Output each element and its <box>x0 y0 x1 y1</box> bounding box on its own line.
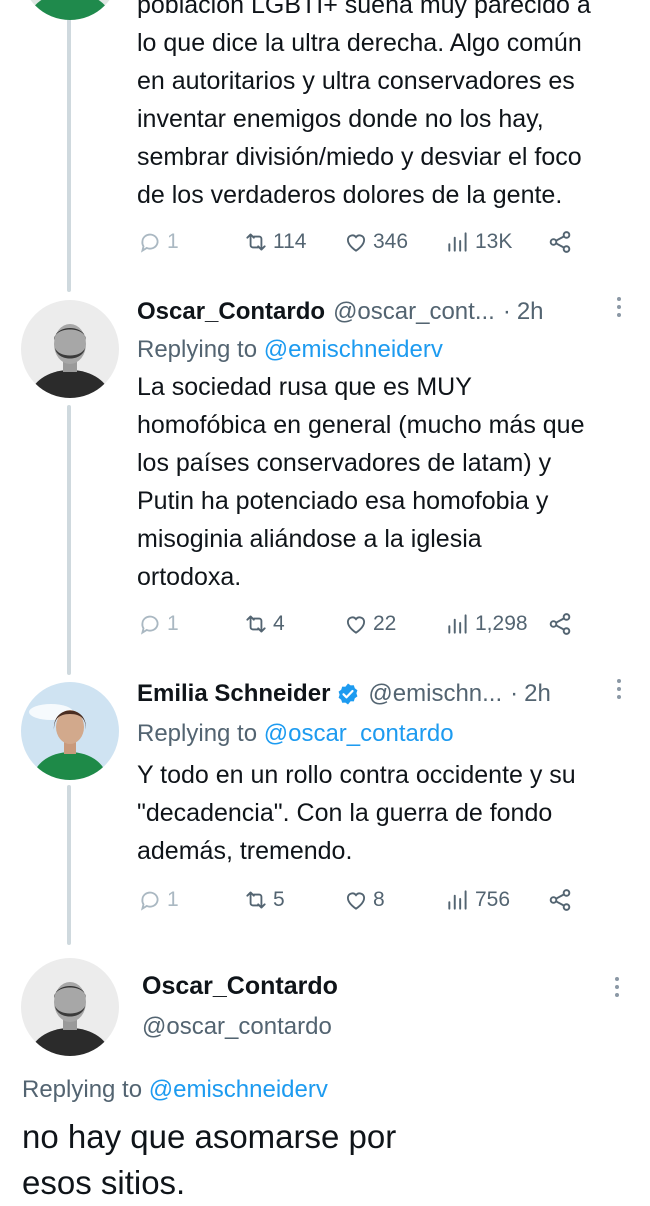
timestamp[interactable]: 2h <box>517 298 544 326</box>
separator-dot: · <box>510 680 519 707</box>
replying-label: Replying to <box>137 336 264 363</box>
avatar[interactable] <box>21 958 119 1056</box>
retweet-count: 114 <box>273 230 307 253</box>
like-button[interactable]: 346 <box>343 225 408 259</box>
heart-icon <box>346 616 366 634</box>
reply-icon <box>140 615 159 635</box>
share-icon <box>549 613 571 635</box>
reply-icon <box>140 891 159 911</box>
tweet-actions: 1 114 346 13K <box>137 225 637 259</box>
heart-icon <box>346 892 366 910</box>
retweet-button[interactable]: 5 <box>243 883 285 917</box>
tweet-text: población LGBTI+ suena muy parecido a lo… <box>137 0 591 209</box>
reply-icon <box>140 233 159 253</box>
share-icon <box>549 889 571 911</box>
replying-label: Replying to <box>22 1076 149 1103</box>
like-count: 22 <box>373 612 397 635</box>
more-options-icon[interactable] <box>614 297 624 317</box>
display-name[interactable]: Emilia Schneider <box>137 680 330 708</box>
tweet-text: Y todo en un rollo contra occidente y su… <box>137 761 576 865</box>
tweet-header: Oscar_Contardo @oscar_cont... · 2h <box>137 295 637 329</box>
share-button[interactable] <box>547 883 577 917</box>
share-button[interactable] <box>547 607 577 641</box>
more-options-icon[interactable] <box>614 679 624 699</box>
share-icon <box>549 231 571 253</box>
views-button[interactable]: 756 <box>445 883 510 917</box>
retweet-button[interactable]: 4 <box>243 607 285 641</box>
replying-to: Replying to @emischneiderv <box>137 336 443 364</box>
reply-count: 1 <box>167 612 179 635</box>
like-count: 346 <box>373 230 409 253</box>
avatar[interactable] <box>21 0 119 20</box>
thread-line-2 <box>67 405 71 675</box>
user-handle[interactable]: @emischn... <box>368 680 502 708</box>
tweet-text: La sociedad rusa que es MUY homofóbica e… <box>137 373 585 591</box>
retweet-icon <box>246 891 266 909</box>
like-button[interactable]: 8 <box>343 883 385 917</box>
views-chart-icon <box>448 614 467 634</box>
timestamp[interactable]: 2h <box>524 680 551 708</box>
display-name[interactable]: Oscar_Contardo <box>137 298 325 326</box>
tweet-actions: 1 4 22 1,298 <box>137 607 637 641</box>
separator-dot: · <box>502 298 511 325</box>
retweet-icon <box>246 615 266 633</box>
view-count: 1,298 <box>475 612 528 635</box>
reply-button[interactable]: 1 <box>137 225 179 259</box>
mention-link[interactable]: @emischneiderv <box>149 1076 328 1103</box>
retweet-icon <box>246 233 266 251</box>
replying-label: Replying to <box>137 720 264 747</box>
avatar[interactable] <box>21 682 119 780</box>
views-button[interactable]: 13K <box>445 225 512 259</box>
retweet-count: 5 <box>273 888 285 911</box>
focused-user-handle[interactable]: @oscar_contardo <box>142 1013 332 1041</box>
heart-icon <box>346 234 366 252</box>
more-options-icon[interactable] <box>612 977 622 997</box>
replying-to: Replying to @oscar_contardo <box>137 720 454 748</box>
avatar[interactable] <box>21 300 119 398</box>
views-chart-icon <box>448 232 467 252</box>
mention-link[interactable]: @oscar_contardo <box>264 720 454 747</box>
focused-tweet-text: no hay que asomarse por esos sitios. <box>22 1118 397 1201</box>
user-handle[interactable]: @oscar_cont... <box>333 298 495 326</box>
reply-count: 1 <box>167 888 179 911</box>
replying-to: Replying to @emischneiderv <box>22 1076 328 1104</box>
like-count: 8 <box>373 888 385 911</box>
mention-link[interactable]: @emischneiderv <box>264 336 443 363</box>
verified-badge-icon <box>339 683 358 705</box>
reply-button[interactable]: 1 <box>137 607 179 641</box>
views-button[interactable]: 1,298 <box>445 607 528 641</box>
thread-line-3 <box>67 785 71 945</box>
reply-button[interactable]: 1 <box>137 883 179 917</box>
reply-count: 1 <box>167 230 179 253</box>
retweet-button[interactable]: 114 <box>243 225 306 259</box>
like-button[interactable]: 22 <box>343 607 396 641</box>
views-chart-icon <box>448 890 467 910</box>
thread-line-1 <box>67 0 71 292</box>
tweet-actions: 1 5 8 756 <box>137 883 637 917</box>
share-button[interactable] <box>547 225 577 259</box>
view-count: 13K <box>475 230 513 253</box>
focused-display-name[interactable]: Oscar_Contardo <box>142 972 338 1001</box>
view-count: 756 <box>475 888 511 911</box>
tweet-header: Emilia Schneider @emischn... · 2h <box>137 677 637 711</box>
retweet-count: 4 <box>273 612 285 635</box>
